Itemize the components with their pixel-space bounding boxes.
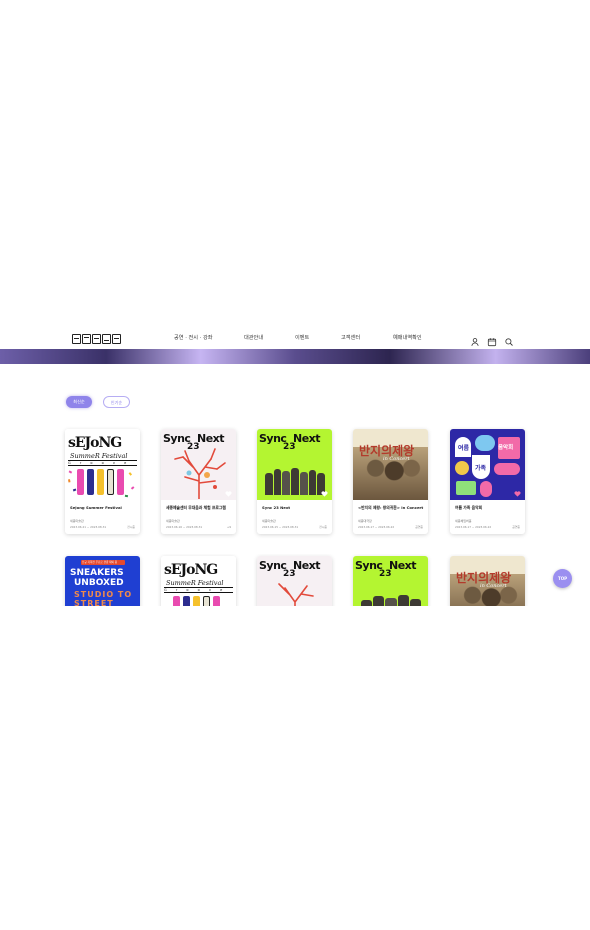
nav-item-events[interactable]: 이벤트 <box>295 334 309 341</box>
event-date: 2023.06.17 ~ 2023.06.22 <box>358 525 395 529</box>
poster-text: 신규 기획전 무료로 관람 제외 중 <box>82 561 118 564</box>
event-poster: sEJoNG SummeR Festival G r o o v e <box>161 556 236 606</box>
event-status: 전시중 <box>319 525 327 529</box>
calendar-icon[interactable] <box>487 332 497 347</box>
poster-text: UNBOXED <box>74 578 124 588</box>
nav-item-rental[interactable]: 대관안내 <box>244 334 263 341</box>
event-title: Sync 23 Next <box>262 505 291 510</box>
event-date: 2023.06.15 ~ 2023.08.31 <box>262 525 299 529</box>
poster-text: sEJoNG <box>164 562 218 578</box>
poster-text: 여름 <box>458 445 470 452</box>
event-card[interactable]: 반지의제왕 in Concert <box>450 556 525 606</box>
event-card[interactable]: sEJoNG SummeR Festival G r o o v e <box>161 556 236 606</box>
event-date: 2023.06.17 ~ 2023.06.22 <box>455 525 492 529</box>
event-title: 여름 가족 음악회 <box>455 505 483 510</box>
poster-text: SummeR Festival <box>70 452 128 460</box>
event-card[interactable]: 반지의제왕 in Concert <반지의 제왕: 왕의귀환> in Conce… <box>353 429 428 534</box>
event-card[interactable]: Sync Next 23 <box>257 556 332 606</box>
event-poster: Sync Next 23 <box>353 556 428 606</box>
coral-illustration <box>174 448 226 499</box>
event-card[interactable]: 여름 가족 음악회 여름 가족 음악회 세종체임버홀 2023.06.17 ~ … <box>450 429 525 534</box>
nav-item-performances[interactable]: 공연 · 전시 · 강좌 <box>174 334 213 341</box>
poster-text: Next <box>293 559 321 572</box>
event-poster: 신규 기획전 무료로 관람 제외 중 SNEAKERS UNBOXED STUD… <box>65 556 140 606</box>
poster-text: STUDIO TO STREET <box>74 590 133 606</box>
search-icon[interactable] <box>504 332 514 346</box>
event-venue: 세종대극장 <box>358 519 372 523</box>
sort-latest-button[interactable]: 최신순 <box>66 396 92 408</box>
event-poster: Sync Next 23 <box>161 429 236 500</box>
event-card[interactable]: Sync Next 23 <box>353 556 428 606</box>
site-header: 공연 · 전시 · 강좌 대관안내 이벤트 고객센터 예매내역확인 <box>0 327 590 349</box>
band-photo <box>361 592 422 606</box>
poster-text: SNEAKERS <box>70 568 124 578</box>
event-poster: 반지의제왕 in Concert <box>450 556 525 606</box>
coral-illustration <box>278 583 314 606</box>
sort-popular-button[interactable]: 인기순 <box>103 396 130 408</box>
event-title: Sejong Summer Festival <box>70 505 122 510</box>
poster-text: SummeR Festival <box>166 579 224 587</box>
heart-icon[interactable] <box>321 491 328 497</box>
event-title: 세종예술센터 무대음과 체험 프로그램 <box>166 505 226 510</box>
poster-text: Next <box>293 432 321 445</box>
event-grid-row-2: 신규 기획전 무료로 관람 제외 중 SNEAKERS UNBOXED STUD… <box>0 554 590 606</box>
event-status: 공연중 <box>415 525 423 529</box>
user-icon[interactable] <box>470 332 480 346</box>
poster-text: G r o o v e <box>68 460 137 466</box>
poster-text: 가족 <box>475 465 487 472</box>
event-poster: 반지의제왕 in Concert <box>353 429 428 500</box>
event-card[interactable]: sEJoNG SummeR Festival G r o o v e Sejon… <box>65 429 140 534</box>
event-venue: 세종체임버홀 <box>455 519 472 523</box>
event-poster: Sync Next 23 <box>257 429 332 500</box>
nav-item-booking-history[interactable]: 예매내역확인 <box>393 334 422 341</box>
poster-text: sEJoNG <box>68 435 122 451</box>
event-card[interactable]: Sync Next 23 세종예술센터 무대음과 체험 프로그램 세종미술관 2… <box>161 429 236 534</box>
event-card[interactable]: 신규 기획전 무료로 관람 제외 중 SNEAKERS UNBOXED STUD… <box>65 556 140 606</box>
event-status: +9 <box>226 525 231 529</box>
event-status: 공연중 <box>512 525 520 529</box>
scroll-top-button[interactable]: TOP <box>553 569 572 588</box>
header-icons <box>470 332 514 347</box>
event-venue: 세종미술관 <box>262 519 276 523</box>
event-date: 2023.06.21 ~ 2023.08.31 <box>70 525 107 529</box>
hero-banner-strip <box>0 349 590 364</box>
poster-text: 23 <box>379 569 392 579</box>
poster-text: Next <box>197 432 225 445</box>
event-poster: sEJoNG SummeR Festival G r o o v e <box>65 429 140 500</box>
poster-text: in Concert <box>383 456 410 462</box>
event-venue: 세종미술관 <box>166 519 180 523</box>
poster-text: Next <box>389 559 417 572</box>
poster-text: in Concert <box>480 583 507 589</box>
nav-item-customer-center[interactable]: 고객센터 <box>341 334 360 341</box>
poster-text: 23 <box>283 442 296 452</box>
event-date: 2023.06.16 ~ 2023.08.31 <box>166 525 203 529</box>
poster-text: G r o o v e <box>164 587 233 593</box>
event-venue: 세종미술관 <box>70 519 84 523</box>
event-title: <반지의 제왕: 왕의귀환> in Concert <box>358 505 424 510</box>
event-card[interactable]: Sync Next 23 Sync 23 Next 세종미술관 2023.06.… <box>257 429 332 534</box>
event-poster: 여름 가족 음악회 <box>450 429 525 500</box>
band-photo <box>265 465 326 495</box>
event-poster: Sync Next 23 <box>257 556 332 606</box>
heart-icon[interactable] <box>514 491 521 497</box>
event-status: 전시중 <box>127 525 135 529</box>
poster-text: 음악회 <box>498 445 514 451</box>
heart-icon[interactable] <box>225 491 232 497</box>
